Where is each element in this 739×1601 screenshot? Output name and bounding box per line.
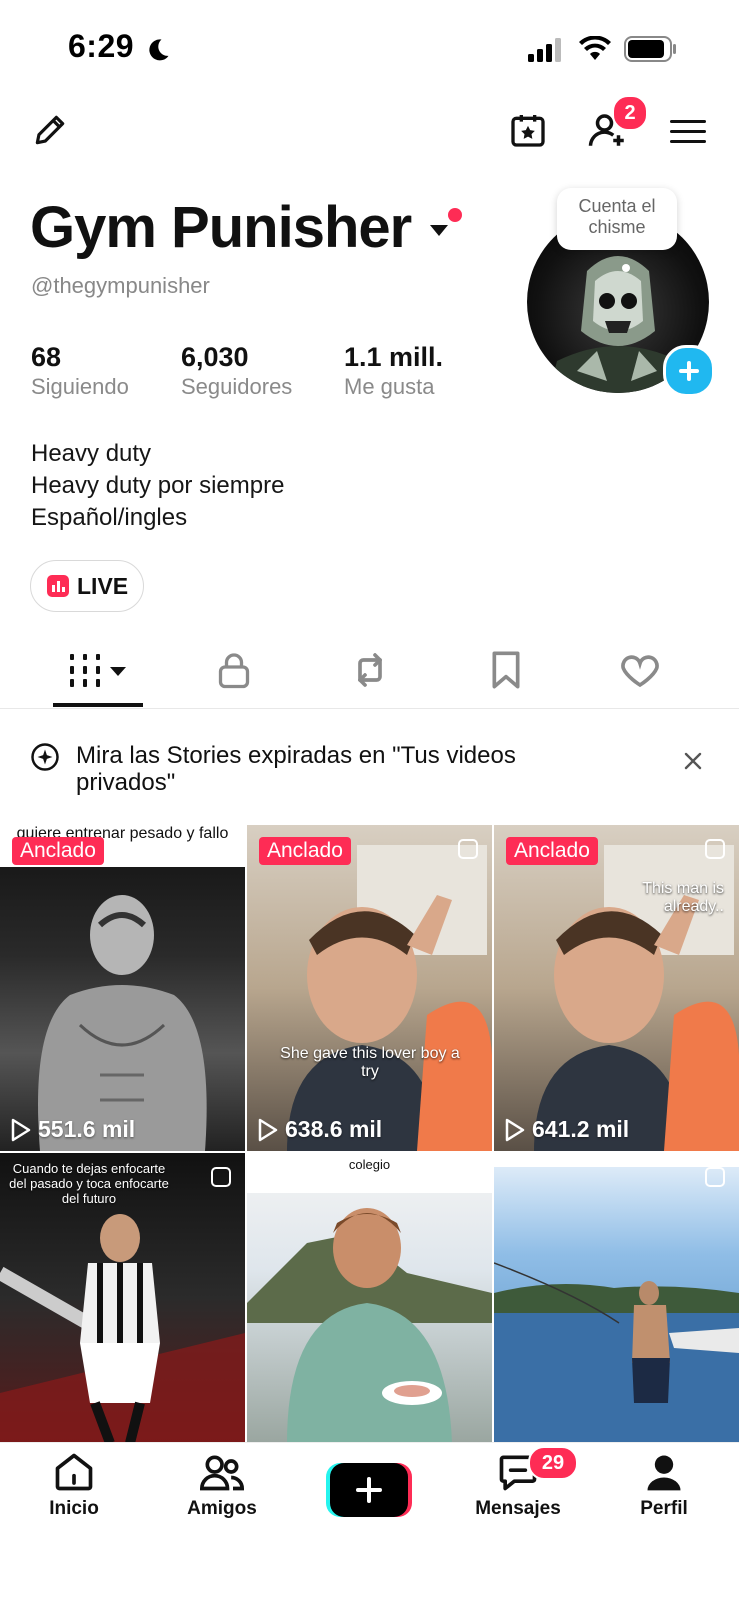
tab-liked[interactable] <box>596 640 684 700</box>
home-icon <box>55 1453 93 1491</box>
edit-pencil-icon[interactable] <box>28 108 72 152</box>
live-label: LIVE <box>77 572 129 599</box>
view-count-value: 638.6 mil <box>285 1116 383 1142</box>
tab-videos[interactable] <box>56 640 144 700</box>
multi-clip-icon <box>705 1167 725 1187</box>
bio-line: Heavy duty por siempre <box>31 472 285 499</box>
video-caption: Cuando te dejas enfocarte del pasado y t… <box>9 1161 169 1206</box>
tab-reposts[interactable] <box>326 640 414 700</box>
notification-badge: 2 <box>612 95 648 131</box>
battery-icon <box>624 36 678 67</box>
video-thumbnail[interactable]: She gave this lover boy a try Anclado 63… <box>247 825 492 1151</box>
close-icon[interactable] <box>682 750 704 777</box>
video-caption: This man is already.. <box>642 880 724 915</box>
nav-profile[interactable]: Perfil <box>614 1450 714 1520</box>
video-thumbnail[interactable]: Cuando te dejas enfocarte del pasado y t… <box>0 1153 245 1443</box>
video-caption: colegio <box>348 1157 391 1172</box>
profile-handle: @thegympunisher <box>31 273 210 298</box>
menu-icon[interactable] <box>666 110 710 154</box>
followers-label[interactable]: Seguidores <box>181 374 292 400</box>
multi-clip-icon <box>705 839 725 859</box>
view-count: 641.2 mil <box>504 1116 629 1143</box>
view-count-value: 641.2 mil <box>532 1116 630 1142</box>
inbox-badge: 29 <box>528 1446 578 1480</box>
divider <box>0 708 739 709</box>
play-icon <box>11 1118 31 1141</box>
video-caption: She gave this lover boy a try <box>280 1045 460 1080</box>
pinned-badge: Anclado <box>506 837 598 865</box>
status-time: 6:29 <box>68 28 135 64</box>
live-button[interactable]: LIVE <box>30 560 144 612</box>
red-dot-indicator <box>448 208 462 222</box>
create-button[interactable] <box>326 1463 412 1517</box>
moon-icon <box>144 36 172 69</box>
nav-label: Inicio <box>49 1498 99 1519</box>
signal-icon <box>528 38 564 67</box>
nav-home[interactable]: Inicio <box>24 1450 124 1520</box>
profile-icon <box>647 1455 681 1491</box>
play-icon <box>258 1118 278 1141</box>
stories-sparkle-icon <box>30 742 60 777</box>
nav-label: Perfil <box>640 1498 688 1519</box>
tooltip-line1: Cuenta el <box>578 196 656 216</box>
following-label[interactable]: Siguiendo <box>31 374 129 400</box>
view-count-value: 551.6 mil <box>38 1116 136 1142</box>
tab-private[interactable] <box>190 640 278 700</box>
pinned-badge: Anclado <box>259 837 351 865</box>
tooltip-dot <box>622 264 630 272</box>
video-thumbnail[interactable]: quiere entrenar pesado y fallo Anclado 5… <box>0 825 245 1151</box>
pinned-badge: Anclado <box>12 837 104 865</box>
tooltip-line2: chisme <box>588 217 646 237</box>
wifi-icon <box>578 35 612 67</box>
multi-clip-icon <box>211 1167 231 1187</box>
stories-banner-text[interactable]: Mira las Stories expiradas en "Tus video… <box>76 742 516 796</box>
active-tab-indicator <box>53 703 143 707</box>
nav-friends[interactable]: Amigos <box>172 1450 272 1520</box>
profile-name: Gym Punisher <box>30 195 412 260</box>
multi-clip-icon <box>458 839 478 859</box>
followers-count[interactable]: 6,030 <box>181 342 249 373</box>
live-icon <box>47 575 69 597</box>
view-count: 551.6 mil <box>10 1116 135 1143</box>
video-thumbnail[interactable]: This man is already.. Anclado 641.2 mil <box>494 825 739 1151</box>
friends-icon <box>199 1455 245 1491</box>
bio-line: Español/ingles <box>31 504 188 531</box>
play-icon <box>505 1118 525 1141</box>
nav-label: Amigos <box>187 1498 257 1519</box>
following-count[interactable]: 68 <box>31 342 61 373</box>
account-switch-caret-icon[interactable] <box>428 222 450 243</box>
video-thumbnail[interactable] <box>494 1153 739 1443</box>
view-count: 638.6 mil <box>257 1116 382 1143</box>
plus-icon <box>356 1477 382 1503</box>
likes-count[interactable]: 1.1 mill. <box>344 342 443 373</box>
tooltip-bubble[interactable]: Cuenta el chisme <box>557 188 677 250</box>
tab-saved[interactable] <box>462 640 550 700</box>
likes-label[interactable]: Me gusta <box>344 374 435 400</box>
add-story-plus-icon[interactable] <box>663 345 715 397</box>
nav-label: Mensajes <box>475 1498 561 1519</box>
bio-line: Heavy duty <box>31 440 152 467</box>
video-thumbnail[interactable]: colegio <box>247 1153 492 1443</box>
calendar-star-icon[interactable] <box>506 108 550 152</box>
